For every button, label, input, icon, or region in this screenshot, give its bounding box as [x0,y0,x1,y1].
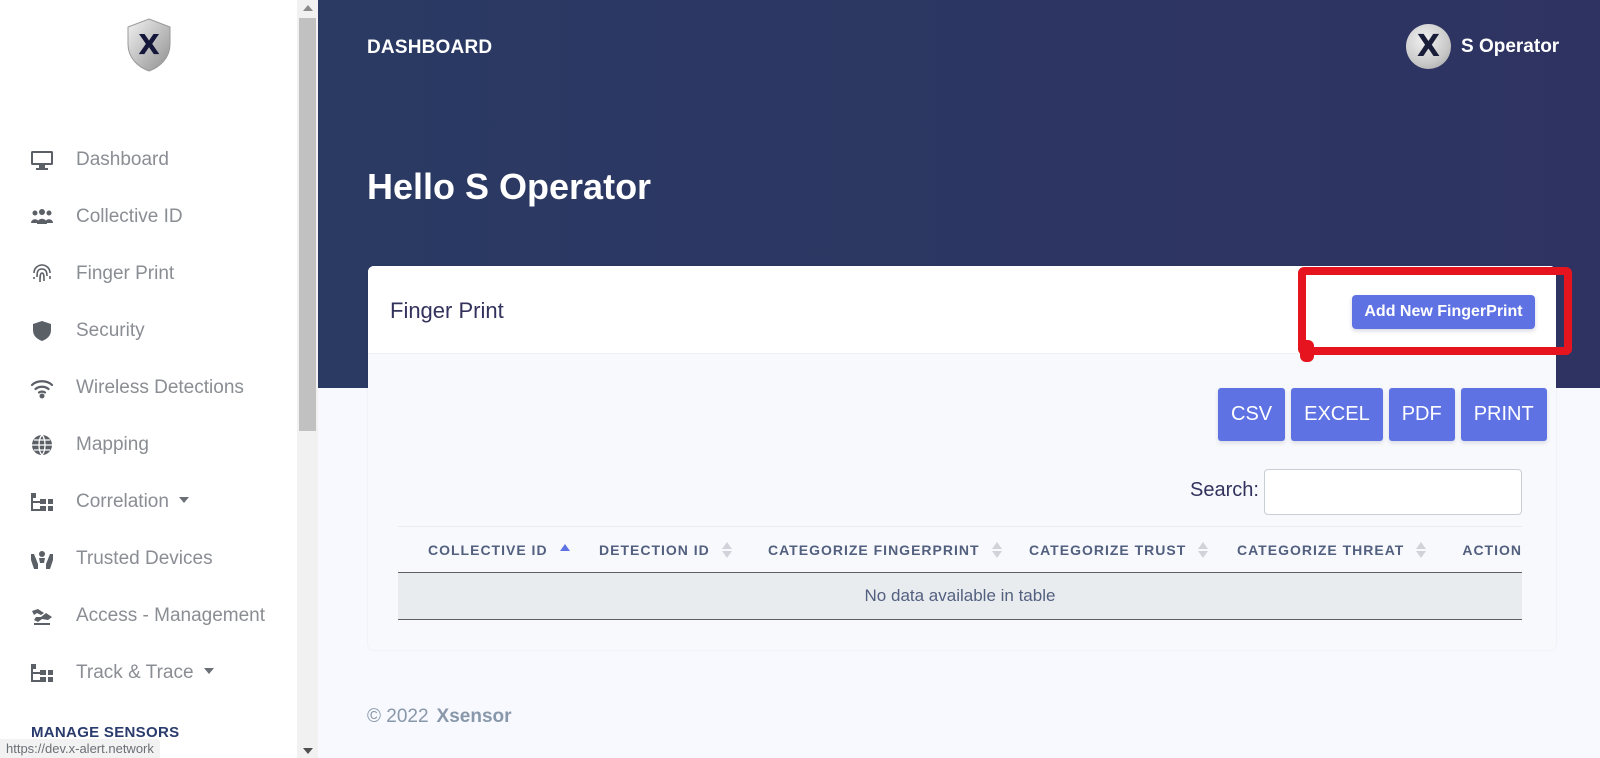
sidebar-item-label: Mapping [76,433,149,455]
excel-button[interactable]: EXCEL [1291,388,1383,441]
shield-icon [30,320,54,342]
sidebar-item-correlation[interactable]: Correlation [0,473,297,530]
sitemap-icon [30,491,54,513]
csv-button[interactable]: CSV [1218,388,1286,441]
sitemap-icon [30,662,54,684]
column-header-label: COLLECTIVE ID [428,541,548,558]
column-header-action: ACTION [1436,542,1522,558]
export-buttons: CSV EXCEL PDF PRINT [1218,388,1547,441]
users-icon [30,206,54,228]
print-button[interactable]: PRINT [1460,388,1547,441]
pdf-button[interactable]: PDF [1388,388,1455,441]
user-menu[interactable]: X S Operator [1406,24,1559,69]
column-header-categorize-fingerprint[interactable]: CATEGORIZE FINGERPRINT [759,541,1019,558]
column-header-detection-id[interactable]: DETECTION ID [594,541,759,558]
page-title: DASHBOARD [367,37,493,58]
table-header-row: COLLECTIVE ID DETECTION ID CATEGORIZE FI… [398,526,1522,573]
sidebar-item-mapping[interactable]: Mapping [0,416,297,473]
sidebar-item-security[interactable]: Security [0,302,297,359]
fingerprint-table: COLLECTIVE ID DETECTION ID CATEGORIZE FI… [398,526,1522,620]
sort-icon [991,541,1002,558]
sidebar-item-access-management[interactable]: Access - Management [0,587,297,644]
sidebar-item-trusted-devices[interactable]: Trusted Devices [0,530,297,587]
sort-asc-icon [559,542,570,558]
search-input[interactable] [1264,469,1522,515]
svg-text:X: X [138,28,160,61]
card-title: Finger Print [390,298,504,323]
sidebar-scrollbar[interactable] [297,0,318,758]
search-label: Search: [1190,479,1259,501]
sort-icon [1416,541,1427,558]
sidebar-item-label: Dashboard [76,148,169,170]
column-header-label: CATEGORIZE THREAT [1237,541,1405,558]
footer-copyright: © 2022 [367,706,429,727]
column-header-label: CATEGORIZE FINGERPRINT [768,541,980,558]
sidebar-item-label: Trusted Devices [76,547,213,569]
hands-icon [30,548,54,570]
sidebar-item-collective-id[interactable]: Collective ID [0,188,297,245]
footer-brand-link[interactable]: Xsensor [437,706,512,727]
sidebar-item-label: Wireless Detections [76,376,244,398]
table-empty-row: No data available in table [398,573,1522,620]
app-logo[interactable]: X [126,18,172,72]
sort-icon [721,541,732,558]
sidebar-item-track-trace[interactable]: Track & Trace [0,644,297,701]
sidebar-item-label: Security [76,319,145,341]
sidebar-nav: Dashboard Collective ID Finger Print Sec… [0,131,297,701]
card-header: Finger Print Add New FingerPrint [368,266,1556,354]
avatar[interactable]: X [1406,24,1451,69]
sidebar-item-wireless-detections[interactable]: Wireless Detections [0,359,297,416]
status-bar-url: https://dev.x-alert.network [0,739,160,758]
sidebar: X Dashboard Collective ID Finger Print S… [0,0,297,758]
scroll-down-arrow-icon[interactable] [303,748,313,754]
column-header-categorize-threat[interactable]: CATEGORIZE THREAT [1225,541,1436,558]
sidebar-item-label: Correlation [76,490,169,512]
chevron-down-icon [178,496,189,503]
sidebar-item-label: Access - Management [76,604,266,626]
fingerprint-card: Finger Print Add New FingerPrint CSV EXC… [368,266,1556,650]
fingerprint-icon [30,263,54,285]
monitor-icon [30,149,54,171]
user-name[interactable]: S Operator [1461,36,1559,58]
add-new-fingerprint-button[interactable]: Add New FingerPrint [1352,295,1535,329]
chevron-down-icon [203,667,214,674]
sidebar-item-label: Finger Print [76,262,175,284]
handshake-icon [30,605,54,627]
wifi-icon [30,377,54,399]
avatar-letter: X [1416,29,1441,64]
globe-icon [30,434,54,456]
sidebar-item-dashboard[interactable]: Dashboard [0,131,297,188]
sort-icon [1198,541,1209,558]
scrollbar-thumb[interactable] [299,18,316,431]
sidebar-item-label: Collective ID [76,205,183,227]
column-header-label: DETECTION ID [599,541,710,558]
column-header-collective-id[interactable]: COLLECTIVE ID [398,542,594,558]
greeting-heading: Hello S Operator [367,166,652,207]
column-header-categorize-trust[interactable]: CATEGORIZE TRUST [1019,541,1225,558]
column-header-label: CATEGORIZE TRUST [1029,541,1187,558]
sidebar-item-finger-print[interactable]: Finger Print [0,245,297,302]
column-header-label: ACTION [1462,541,1522,558]
sidebar-item-label: Track & Trace [76,661,194,683]
footer: © 2022 Xsensor [367,706,512,728]
scroll-up-arrow-icon[interactable] [303,5,313,11]
